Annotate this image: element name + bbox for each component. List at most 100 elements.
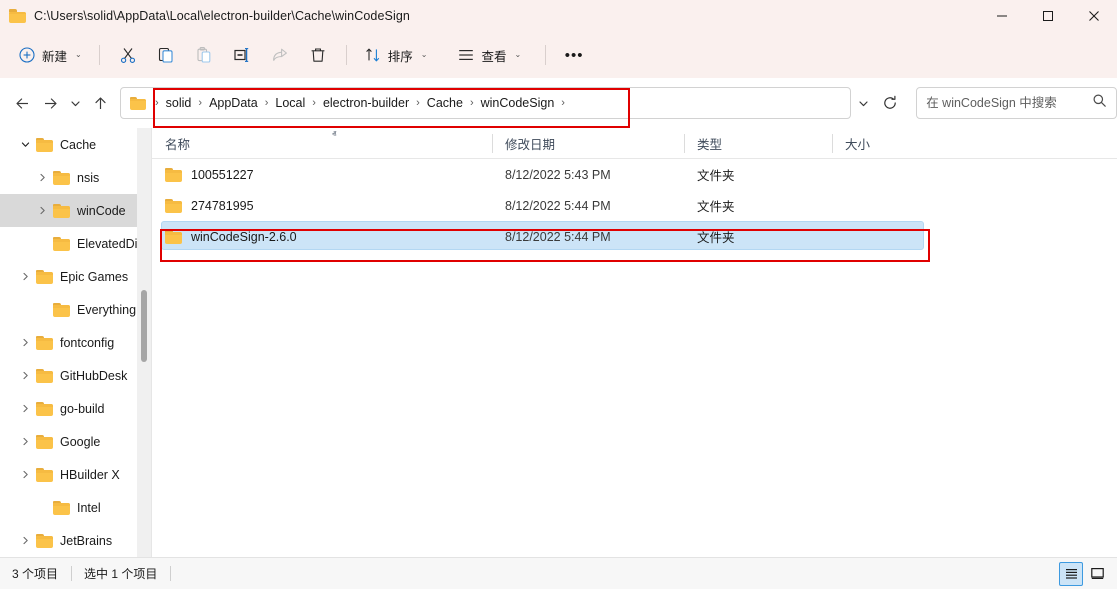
breadcrumb-item-electron-builder[interactable]: electron-builder bbox=[323, 96, 409, 110]
breadcrumb-item-wincodesign[interactable]: winCodeSign bbox=[481, 96, 555, 110]
copy-button[interactable] bbox=[147, 39, 185, 71]
sidebar-item-epic-games[interactable]: Epic Games bbox=[0, 260, 137, 293]
sidebar-item-label: ElevatedDia bbox=[77, 236, 137, 251]
share-button[interactable] bbox=[261, 39, 299, 71]
sidebar-item-githubdesk[interactable]: GitHubDesk bbox=[0, 359, 137, 392]
forward-button[interactable] bbox=[36, 88, 64, 118]
folder-icon bbox=[165, 167, 182, 182]
folder-icon bbox=[36, 335, 53, 350]
new-button[interactable]: 新建 ⌄ bbox=[10, 39, 90, 71]
delete-button[interactable] bbox=[299, 39, 337, 71]
sidebar-item-label: Google bbox=[60, 434, 101, 449]
sidebar-item-hbuilder-x[interactable]: HBuilder X bbox=[0, 458, 137, 491]
chevron-right-icon[interactable] bbox=[31, 172, 53, 183]
toolbar-divider bbox=[98, 45, 100, 65]
chevron-right-icon[interactable] bbox=[14, 469, 36, 480]
trash-icon bbox=[309, 46, 327, 64]
sidebar-item-elevateddia[interactable]: ElevatedDia bbox=[0, 227, 137, 260]
folder-icon bbox=[9, 9, 26, 23]
paste-icon bbox=[195, 46, 213, 64]
minimize-button[interactable] bbox=[979, 0, 1025, 32]
folder-icon bbox=[36, 467, 53, 482]
table-row[interactable]: 274781995 8/12/2022 5:44 PM 文件夹 bbox=[152, 190, 1117, 221]
file-name-label: 274781995 bbox=[191, 198, 254, 213]
rename-button[interactable] bbox=[223, 39, 261, 71]
sidebar-item-everything[interactable]: Everything bbox=[0, 293, 137, 326]
cell-type: 文件夹 bbox=[697, 231, 735, 245]
previous-locations-button[interactable] bbox=[852, 88, 874, 118]
details-view-button[interactable] bbox=[1059, 561, 1083, 586]
folder-icon bbox=[53, 302, 70, 317]
folder-icon bbox=[130, 96, 146, 110]
breadcrumb-item-solid[interactable]: solid bbox=[166, 96, 192, 110]
refresh-button[interactable] bbox=[874, 88, 906, 118]
chevron-right-icon[interactable] bbox=[14, 436, 36, 447]
paste-button[interactable] bbox=[185, 39, 223, 71]
address-controls bbox=[852, 88, 906, 118]
folder-icon bbox=[53, 236, 70, 251]
cell-name: 100551227 bbox=[152, 167, 492, 182]
sort-button[interactable]: 排序 ⌄ bbox=[356, 39, 436, 71]
sidebar-item-google[interactable]: Google bbox=[0, 425, 137, 458]
chevron-right-icon[interactable] bbox=[14, 535, 36, 546]
folder-icon bbox=[36, 368, 53, 383]
more-options-button[interactable]: ••• bbox=[555, 39, 593, 71]
navigation-pane[interactable]: Cache nsis winCode ElevatedDia Epic Games Eve… bbox=[0, 128, 137, 557]
chevron-down-icon: ⌄ bbox=[420, 50, 428, 59]
file-name-label: winCodeSign-2.6.0 bbox=[191, 229, 297, 244]
chevron-right-icon[interactable] bbox=[14, 370, 36, 381]
column-header-date-label: 修改日期 bbox=[505, 137, 556, 152]
sort-icon bbox=[364, 46, 382, 64]
sidebar-item-nsis[interactable]: nsis bbox=[0, 161, 137, 194]
cut-button[interactable] bbox=[109, 39, 147, 71]
sidebar-item-cache[interactable]: Cache bbox=[0, 128, 137, 161]
column-header-type-label: 类型 bbox=[697, 137, 723, 152]
chevron-down-icon[interactable] bbox=[14, 139, 36, 150]
large-icons-view-button[interactable] bbox=[1085, 562, 1109, 586]
search-box[interactable] bbox=[916, 87, 1117, 119]
recent-locations-button[interactable] bbox=[64, 88, 86, 118]
close-button[interactable] bbox=[1071, 0, 1117, 32]
sidebar-item-fontconfig[interactable]: fontconfig bbox=[0, 326, 137, 359]
breadcrumb-separator: › bbox=[469, 96, 474, 109]
sort-button-label: 排序 bbox=[387, 49, 413, 64]
chevron-right-icon[interactable] bbox=[14, 403, 36, 414]
sidebar-item-label: go-build bbox=[60, 401, 105, 416]
sidebar-item-go-build[interactable]: go-build bbox=[0, 392, 137, 425]
sidebar-item-jetbrains[interactable]: JetBrains bbox=[0, 524, 137, 557]
copy-icon bbox=[157, 46, 175, 64]
column-header-date-modified[interactable]: 修改日期 bbox=[492, 128, 684, 159]
breadcrumb[interactable]: › solid › AppData › Local › electron-bui… bbox=[120, 87, 851, 119]
search-icon[interactable] bbox=[1092, 93, 1107, 113]
folder-icon bbox=[165, 198, 182, 213]
file-name-label: 100551227 bbox=[191, 167, 254, 182]
breadcrumb-item-local[interactable]: Local bbox=[275, 96, 305, 110]
sidebar-item-intel[interactable]: Intel bbox=[0, 491, 137, 524]
breadcrumb-separator: › bbox=[416, 96, 420, 109]
chevron-right-icon[interactable] bbox=[14, 337, 36, 348]
back-button[interactable] bbox=[8, 88, 36, 118]
folder-icon bbox=[36, 137, 53, 152]
search-input[interactable] bbox=[926, 96, 1092, 110]
table-row[interactable]: 100551227 8/12/2022 5:43 PM 文件夹 bbox=[152, 159, 1117, 190]
sidebar-item-wincode[interactable]: winCode bbox=[0, 194, 137, 227]
selection-count-label: 选中 1 个项目 bbox=[84, 567, 158, 581]
navigation-scrollbar[interactable] bbox=[137, 128, 151, 557]
breadcrumb-separator: › bbox=[264, 96, 269, 109]
view-toggle-group bbox=[1059, 561, 1109, 586]
column-header-type[interactable]: 类型 bbox=[684, 128, 832, 159]
scrollbar-thumb[interactable] bbox=[141, 290, 147, 362]
chevron-right-icon[interactable] bbox=[14, 271, 36, 282]
address-bar-row: › solid › AppData › Local › electron-bui… bbox=[0, 78, 1117, 128]
breadcrumb-item-appdata[interactable]: AppData bbox=[209, 96, 258, 110]
list-lines-icon bbox=[457, 46, 475, 64]
up-button[interactable] bbox=[86, 88, 114, 118]
breadcrumb-box[interactable]: › solid › AppData › Local › electron-bui… bbox=[120, 87, 851, 119]
maximize-button[interactable] bbox=[1025, 0, 1071, 32]
column-header-name[interactable]: 名称 ⱏ bbox=[152, 128, 492, 159]
column-header-size[interactable]: 大小 bbox=[832, 128, 932, 159]
breadcrumb-item-cache[interactable]: Cache bbox=[427, 96, 463, 110]
table-row[interactable]: winCodeSign-2.6.0 8/12/2022 5:44 PM 文件夹 bbox=[152, 221, 1117, 252]
view-button[interactable]: 查看 ⌄ bbox=[449, 39, 529, 71]
chevron-right-icon[interactable] bbox=[31, 205, 53, 216]
